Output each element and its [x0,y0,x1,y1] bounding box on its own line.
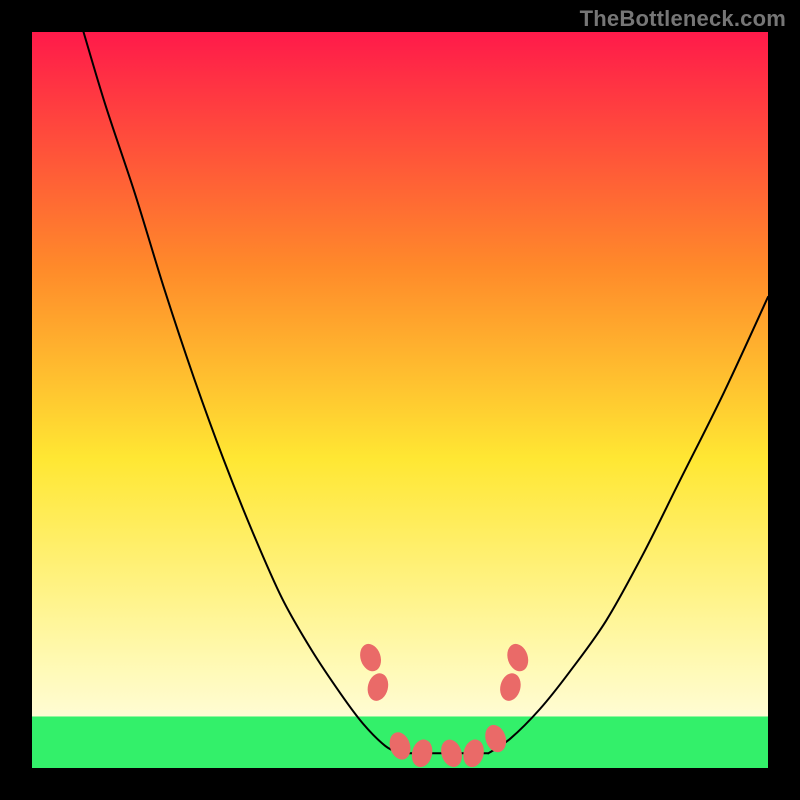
watermark-text: TheBottleneck.com [580,6,786,32]
chart-frame: TheBottleneck.com [0,0,800,800]
gradient-background [32,32,768,768]
plot-svg [32,32,768,768]
plot-area [32,32,768,768]
